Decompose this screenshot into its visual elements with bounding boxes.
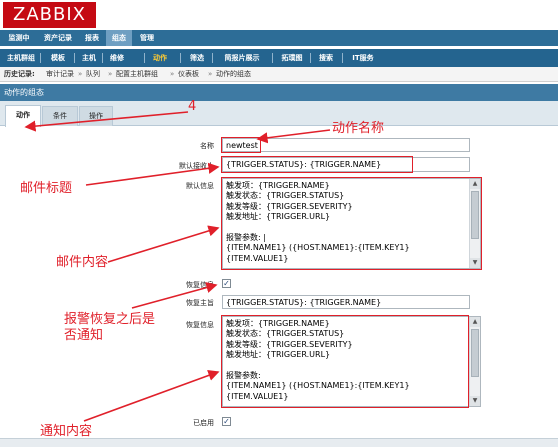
annotation-action-name: 动作名称: [332, 121, 385, 136]
annotation-tab-number: 4: [188, 99, 197, 114]
arrow-to-recovery: [131, 282, 218, 309]
arrow-to-message: [107, 225, 220, 263]
arrow-to-name: [256, 129, 331, 144]
arrow-to-subject: [85, 162, 220, 186]
annotation-mail-subject: 邮件标题: [20, 181, 73, 196]
annotation-arrows: [24, 111, 331, 422]
arrow-to-recovery-message: [83, 370, 220, 422]
annotation-notify-content: 通知内容: [40, 424, 93, 439]
arrow-to-tab: [24, 111, 189, 132]
annotation-recovery-notify: 报警恢复之后是否通知: [64, 312, 156, 343]
annotation-mail-content: 邮件内容: [56, 255, 109, 270]
